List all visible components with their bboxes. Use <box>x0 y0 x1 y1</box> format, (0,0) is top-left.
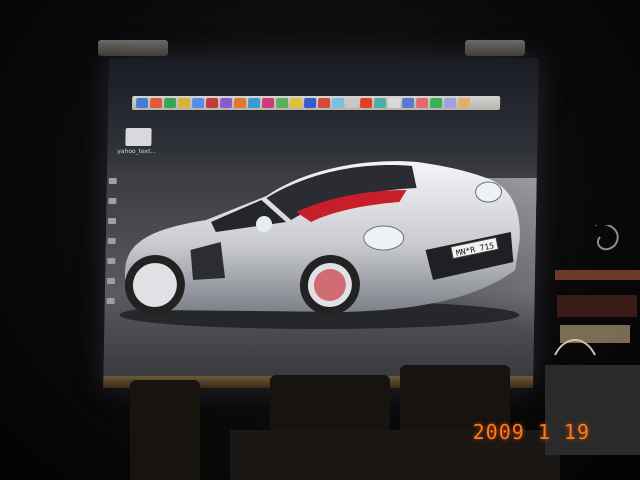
app-icon[interactable] <box>458 98 471 108</box>
desktop-edge-icon[interactable] <box>106 298 115 304</box>
app-icon[interactable] <box>430 98 443 108</box>
app-icon[interactable] <box>360 98 373 108</box>
app-icon[interactable] <box>346 98 359 108</box>
car-headlight-left <box>363 225 405 251</box>
app-icon[interactable] <box>290 98 303 108</box>
sports-car-wallpaper: MN*R 715 <box>119 161 520 329</box>
app-icon[interactable] <box>444 98 457 108</box>
app-icon[interactable] <box>402 98 415 108</box>
app-icon[interactable] <box>234 98 247 108</box>
app-icon[interactable] <box>332 98 345 108</box>
app-icon[interactable] <box>136 98 149 108</box>
app-icon[interactable] <box>374 98 387 108</box>
desktop-edge-icon[interactable] <box>106 278 116 284</box>
desktop-file-icon[interactable] <box>125 128 152 146</box>
app-icon[interactable] <box>416 98 429 108</box>
quick-launch-bar[interactable] <box>131 96 501 110</box>
desktop-edge-icon[interactable] <box>108 178 117 184</box>
app-icon[interactable] <box>178 98 191 108</box>
app-icon[interactable] <box>206 98 219 108</box>
app-icon[interactable] <box>388 98 401 108</box>
camera-date-stamp: 2009 1 19 <box>472 420 590 444</box>
app-icon[interactable] <box>318 98 331 108</box>
desktop-edge-icon[interactable] <box>108 198 117 204</box>
app-icon[interactable] <box>276 98 289 108</box>
shelf-scroll-ornament <box>595 225 619 251</box>
chair-left <box>130 380 200 480</box>
app-icon[interactable] <box>164 98 177 108</box>
shelf-item <box>555 270 640 280</box>
app-icon[interactable] <box>192 98 205 108</box>
desktop-edge-icon[interactable] <box>107 258 116 264</box>
ceiling-light-left <box>98 40 168 56</box>
app-icon[interactable] <box>220 98 233 108</box>
desktop-edge-icon[interactable] <box>107 238 116 244</box>
ceiling-light-right <box>465 40 525 56</box>
car-headlight-right <box>475 181 503 203</box>
app-icon[interactable] <box>262 98 275 108</box>
projected-desktop-screen: yahoo_text... MN*R 715 <box>103 58 539 388</box>
app-icon[interactable] <box>304 98 317 108</box>
desktop-edge-icon[interactable] <box>107 218 117 224</box>
app-icon[interactable] <box>248 98 261 108</box>
app-icon[interactable] <box>150 98 163 108</box>
shelf-box <box>557 295 637 317</box>
